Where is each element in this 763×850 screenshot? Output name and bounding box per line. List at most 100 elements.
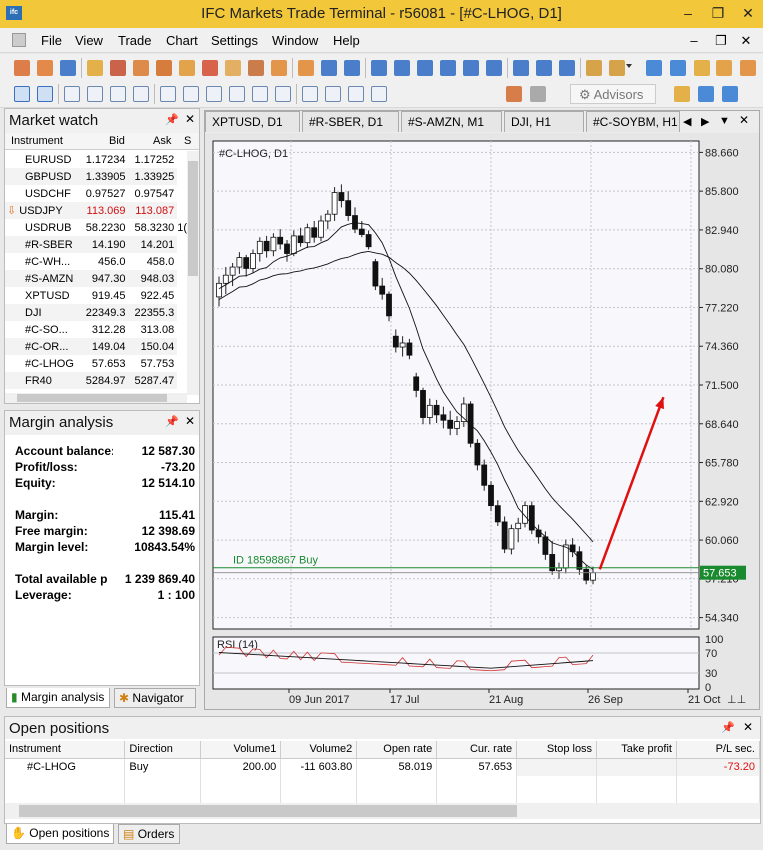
candle[interactable] [216,282,222,298]
col-stop-loss[interactable]: Stop loss [516,741,598,759]
number-1-icon[interactable] [646,60,662,76]
pin-icon[interactable]: 📌 [165,415,179,428]
candle[interactable] [399,342,406,348]
market-watch-row[interactable]: FR40 5284.97 5287.47 [5,372,187,389]
label-icon[interactable] [325,86,341,102]
candle[interactable] [508,528,515,550]
angle-line-icon[interactable] [87,86,103,102]
vertical-line-icon[interactable] [133,86,149,102]
candle[interactable] [277,236,284,245]
market-watch-row[interactable]: EURUSD 1.17234 1.17252 [5,151,187,168]
folder-icon[interactable] [248,60,264,76]
col-p-l-sec-[interactable]: P/L sec. [676,741,761,759]
expert-icon[interactable] [674,86,690,102]
chart-window-icon[interactable] [12,33,26,47]
candle[interactable] [420,390,426,418]
mdi-restore-button[interactable]: ❐ [712,33,730,49]
candle[interactable] [406,342,413,356]
candle[interactable] [365,234,372,248]
candle[interactable] [426,404,433,418]
col-instrument[interactable]: Instrument [5,741,126,759]
disabled-icon[interactable] [530,86,546,102]
candle[interactable] [447,419,454,429]
coins-icon[interactable] [609,60,625,76]
advisors-button[interactable]: ⚙ Advisors [570,84,656,104]
candle[interactable] [494,505,501,523]
candle[interactable] [256,240,263,254]
tab-xptusd[interactable]: XPTUSD, D1 [205,111,300,132]
scroll-icon[interactable] [440,60,456,76]
menu-window[interactable]: Window [272,33,318,48]
print-icon[interactable] [133,60,149,76]
arrow-down-icon[interactable] [371,86,387,102]
market-watch-row[interactable]: #C-OR... 149.04 150.04 [5,338,187,355]
candle[interactable] [590,572,596,581]
market-watch-row[interactable]: XPTUSD 919.45 922.45 [5,287,187,304]
news-icon[interactable] [179,60,195,76]
candle[interactable] [488,484,494,507]
tab-orders[interactable]: ▤ Orders [118,824,180,844]
candle[interactable] [556,567,562,572]
coins-icon[interactable] [694,60,710,76]
fib-time-icon[interactable] [275,86,291,102]
tab-scroll-left-icon[interactable]: ◀ [683,115,691,128]
candles-icon[interactable] [298,60,314,76]
history-icon[interactable] [60,60,76,76]
script-icon[interactable] [506,86,522,102]
text-icon[interactable] [302,86,318,102]
zoom-fit-icon[interactable] [417,60,433,76]
cursor-icon[interactable] [14,86,30,102]
candle[interactable] [222,274,229,284]
col-bid[interactable]: Bid [109,135,125,147]
market-watch-row[interactable]: ⇩ USDJPY 113.069 113.087 [5,202,187,219]
market-watch-hscroll[interactable] [5,393,187,403]
col-volume1[interactable]: Volume1 [200,741,282,759]
candle[interactable] [236,257,243,268]
tab-open-positions[interactable]: ✋ Open positions [6,824,114,844]
period-icon[interactable] [463,60,479,76]
candle[interactable] [542,536,549,555]
candle[interactable] [338,192,345,202]
close-button[interactable]: ✕ [733,2,763,24]
candle[interactable] [454,421,460,429]
zoom-in-icon[interactable] [371,60,387,76]
fib-icon[interactable] [206,86,222,102]
market-watch-row[interactable]: GBPUSD 1.33905 1.33925 [5,168,187,185]
market-watch-row[interactable]: #R-SBER 14.190 14.201 [5,236,187,253]
tab-margin-analysis[interactable]: ▮ Margin analysis [6,688,110,708]
tab-close-icon[interactable]: ✕ [739,113,749,127]
rsi-plot-area[interactable] [212,636,700,690]
candle[interactable] [413,376,420,391]
alert-icon[interactable] [716,60,732,76]
close-icon[interactable]: ✕ [185,112,195,126]
market-watch-row[interactable]: #S-AMZN 947.30 948.03 [5,270,187,287]
minimize-button[interactable]: – [673,2,703,24]
candle[interactable] [392,335,399,348]
candle[interactable] [345,200,352,216]
market-watch-row[interactable]: DJI 22349.3 22355.3 [5,304,187,321]
candlestick-chart[interactable]: 88.660 85.800 82.940 80.080 77.220 74.360 71.5… [205,133,759,709]
tab-s-amzn[interactable]: #S-AMZN, M1 [401,111,502,132]
info-icon[interactable] [722,86,738,102]
tab-list-icon[interactable]: ▼ [719,115,730,127]
candle[interactable] [318,220,324,238]
position-row[interactable]: #C-LHOG Buy 200.00 -11 603.80 58.019 57.653 -7… [5,758,761,776]
candle[interactable] [440,414,447,421]
chart-type-icon[interactable] [513,60,529,76]
col-take-profit[interactable]: Take profit [596,741,677,759]
fib-fan-icon[interactable] [229,86,245,102]
horizontal-line-icon[interactable] [110,86,126,102]
zoom-out-icon[interactable] [394,60,410,76]
candle[interactable] [311,227,318,238]
candle[interactable] [284,243,290,254]
close-icon[interactable]: ✕ [743,720,753,734]
candle[interactable] [481,464,488,486]
market-watch-row[interactable]: USDCHF 0.97527 0.97547 [5,185,187,202]
line-icon[interactable] [344,60,360,76]
open-icon[interactable] [37,60,53,76]
save-icon[interactable] [110,60,126,76]
menu-help[interactable]: Help [333,33,360,48]
settings-icon[interactable] [87,60,103,76]
candle[interactable] [386,293,392,317]
col-direction[interactable]: Direction [124,741,202,759]
